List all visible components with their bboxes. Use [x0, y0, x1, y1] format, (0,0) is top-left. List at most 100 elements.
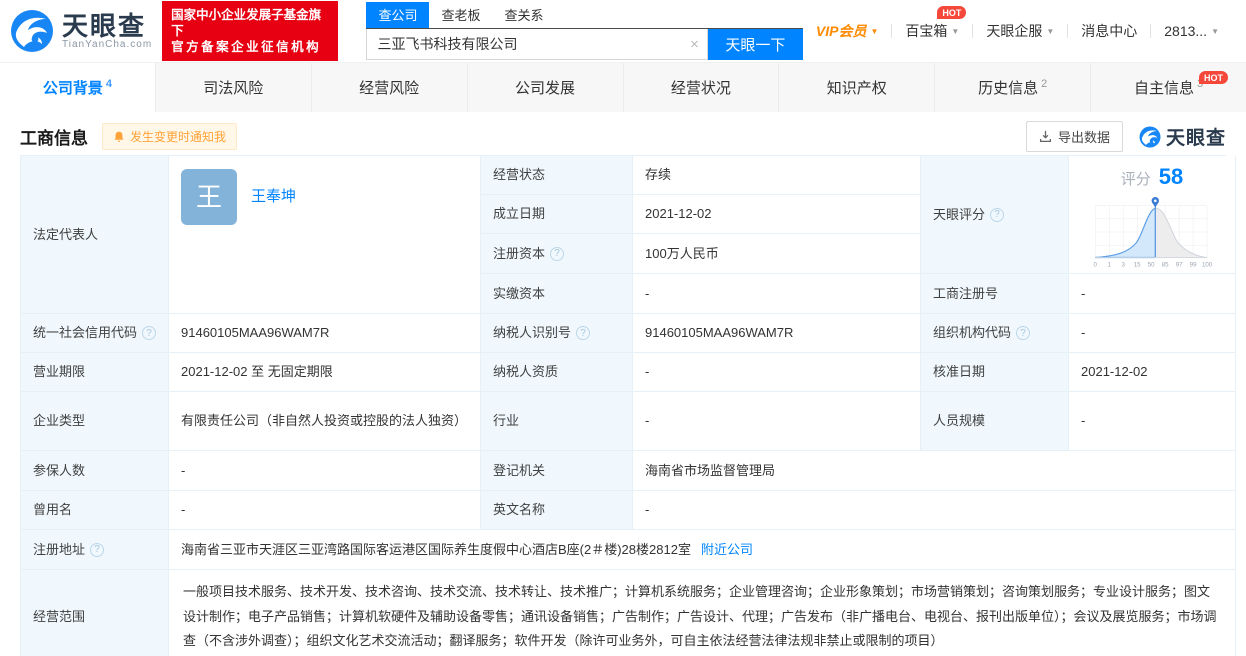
nav-enterprise-service[interactable]: 天眼企服 ▼	[973, 21, 1067, 41]
nav-account[interactable]: 2813... ▼	[1151, 23, 1232, 39]
svg-text:1: 1	[1108, 262, 1112, 269]
company-tab-bar: 公司背景 4 司法风险 经营风险 公司发展 经营状况 知识产权 历史信息 2 自主信…	[0, 62, 1246, 112]
tab-company-development[interactable]: 公司发展	[468, 63, 624, 112]
search-tab-company[interactable]: 查公司	[366, 2, 430, 28]
score-distribution-chart: 0 1 3 15 50 85 97 99 100	[1094, 197, 1213, 269]
watermark-logo: 天眼查	[1139, 123, 1226, 150]
field-value-staff-size: -	[1069, 392, 1236, 451]
score-axis-ticks: 0 1 3 15 50 85 97 99 100	[1094, 262, 1213, 269]
svg-text:85: 85	[1162, 262, 1169, 269]
field-label-status: 经营状态	[481, 156, 633, 195]
score-curve-left	[1095, 207, 1156, 259]
field-value-business-scope: 一般项目技术服务、技术开发、技术咨询、技术交流、技术转让、技术推广；计算机系统服…	[169, 570, 1236, 656]
field-label-industry: 行业	[481, 392, 633, 451]
svg-text:3: 3	[1122, 262, 1126, 269]
legal-rep-link[interactable]: 王奉坤	[251, 186, 296, 209]
logo-subtitle: TianYanCha.com	[62, 38, 153, 50]
field-value-paid-capital: -	[633, 274, 921, 314]
svg-text:50: 50	[1148, 262, 1155, 269]
top-header: 天眼查 TianYanCha.com 国家中小企业发展子基金旗下 官方备案企业征…	[0, 0, 1246, 62]
field-value-status: 存续	[633, 156, 921, 195]
field-value-est-date: 2021-12-02	[633, 195, 921, 234]
score-caption: 评分	[1120, 171, 1151, 188]
field-value-industry: -	[633, 392, 921, 451]
field-label-reg-address: 注册地址 ?	[21, 530, 169, 570]
field-value-approval-date: 2021-12-02	[1069, 353, 1236, 392]
nearby-companies-link[interactable]: 附近公司	[701, 540, 753, 560]
help-icon[interactable]: ?	[90, 542, 105, 557]
search-area: 查公司 查老板 查关系 × 天眼一下	[366, 2, 803, 60]
field-value-reg-address: 海南省三亚市天涯区三亚湾路国际客运港区国际养生度假中心酒店B座(2＃楼)28楼2…	[169, 530, 1236, 570]
help-icon[interactable]: ?	[990, 207, 1005, 222]
help-icon[interactable]: ?	[1016, 326, 1031, 340]
section-header: 工商信息 发生变更时通知我 导出数据 天眼查	[0, 112, 1246, 155]
chevron-down-icon: ▼	[951, 26, 960, 36]
field-label-former-name: 曾用名	[21, 491, 169, 530]
field-value-taxpayer-quality: -	[633, 353, 921, 392]
score-value: 58	[1158, 164, 1184, 189]
nav-toolbox[interactable]: HOT 百宝箱 ▼	[892, 6, 972, 41]
gov-certification-badge: 国家中小企业发展子基金旗下 官方备案企业征信机构	[162, 1, 339, 61]
field-value-legal-rep: 王 王奉坤	[169, 156, 481, 314]
field-label-paid-capital: 实缴资本	[481, 274, 633, 314]
search-tab-relation[interactable]: 查关系	[493, 2, 556, 28]
field-label-business-term: 营业期限	[21, 353, 169, 392]
notify-change-button[interactable]: 发生变更时通知我	[102, 123, 238, 150]
field-label-staff-size: 人员规模	[921, 392, 1069, 451]
tab-history-info[interactable]: 历史信息 2	[935, 63, 1092, 112]
hot-badge: HOT	[937, 6, 967, 19]
tianyancha-watermark-icon	[1139, 126, 1161, 147]
field-label-reg-number: 工商注册号	[921, 274, 1069, 314]
avatar[interactable]: 王	[181, 169, 237, 225]
field-label-legal-rep: 法定代表人	[21, 156, 169, 314]
business-info-table: 法定代表人 王 王奉坤 经营状态 存续 天眼评分 ? 评分 58 0 1 3 1…	[20, 155, 1236, 656]
search-tabs: 查公司 查老板 查关系	[366, 2, 803, 29]
clear-icon[interactable]: ×	[690, 36, 699, 53]
field-value-english-name: -	[633, 491, 1236, 530]
search-button[interactable]: 天眼一下	[707, 29, 803, 60]
field-value-taxpayer-id: 91460105MAA96WAM7R	[633, 314, 921, 353]
field-label-tianyan-score: 天眼评分 ?	[921, 156, 1069, 274]
search-input[interactable]	[367, 29, 707, 59]
field-value-insured-count: -	[169, 451, 481, 491]
tab-self-info[interactable]: 自主信息3 HOT	[1091, 63, 1246, 112]
svg-text:100: 100	[1202, 262, 1213, 269]
export-data-button[interactable]: 导出数据	[1025, 121, 1123, 152]
tab-company-background[interactable]: 公司背景 4	[0, 63, 156, 112]
tab-operation-status[interactable]: 经营状况	[624, 63, 780, 112]
field-label-english-name: 英文名称	[481, 491, 633, 530]
help-icon[interactable]: ?	[550, 246, 565, 261]
help-icon[interactable]: ?	[576, 326, 591, 340]
field-label-taxpayer-quality: 纳税人资质	[481, 353, 633, 392]
field-value-business-term: 2021-12-02 至 无固定期限	[169, 353, 481, 392]
field-value-reg-authority: 海南省市场监督管理局	[633, 451, 1236, 491]
field-value-org-code: -	[1069, 314, 1236, 353]
svg-text:99: 99	[1190, 262, 1197, 269]
field-value-former-name: -	[169, 491, 481, 530]
logo-title: 天眼查	[62, 10, 147, 41]
tianyancha-logo[interactable]: 天眼查 TianYanCha.com	[10, 9, 152, 53]
tab-intellectual-property[interactable]: 知识产权	[779, 63, 936, 112]
field-label-credit-code: 统一社会信用代码 ?	[21, 314, 169, 353]
field-value-tianyan-score: 评分 58 0 1 3 15 50 85 97 99 100	[1069, 156, 1236, 274]
chevron-down-icon: ▼	[1046, 26, 1055, 36]
field-label-taxpayer-id: 纳税人识别号 ?	[481, 314, 633, 353]
field-value-company-type: 有限责任公司（非自然人投资或控股的法人独资）	[169, 392, 481, 451]
svg-text:0: 0	[1094, 262, 1098, 269]
field-label-company-type: 企业类型	[21, 392, 169, 451]
nav-vip[interactable]: VIP会员 ▼	[803, 21, 892, 41]
tab-operation-risk[interactable]: 经营风险	[312, 63, 468, 112]
chevron-down-icon: ▼	[1211, 26, 1219, 36]
hot-badge: HOT	[1199, 71, 1228, 84]
field-label-business-scope: 经营范围	[21, 570, 169, 656]
field-value-reg-capital: 100万人民币	[633, 234, 921, 274]
page-title: 工商信息	[20, 129, 88, 148]
tab-judicial-risk[interactable]: 司法风险	[156, 63, 312, 112]
bell-icon	[114, 131, 124, 142]
chevron-down-icon: ▼	[870, 26, 879, 36]
search-tab-boss[interactable]: 查老板	[429, 2, 492, 28]
help-icon[interactable]: ?	[142, 326, 156, 340]
nav-message-center[interactable]: 消息中心	[1068, 21, 1150, 41]
field-label-reg-authority: 登记机关	[481, 451, 633, 491]
svg-text:97: 97	[1176, 262, 1183, 269]
